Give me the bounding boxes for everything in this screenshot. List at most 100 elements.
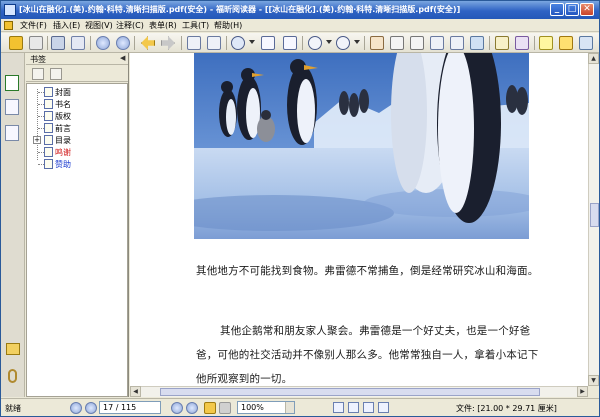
menu-tools[interactable]: 工具(T) [182,20,209,31]
bookmark-icon [44,147,53,157]
vertical-scrollbar[interactable]: ▲ ▼ [588,53,599,386]
prev-page-icon[interactable] [116,36,130,50]
tree-connector [37,89,38,160]
toolbar-separator [90,36,91,50]
zoom-out-dropdown-icon[interactable] [326,40,332,44]
pages-tab-icon[interactable] [5,99,19,115]
toolbar [1,33,599,53]
next-page-nav-icon[interactable] [171,402,183,414]
new-bookmark-icon[interactable] [50,68,62,80]
close-button[interactable]: ✕ [580,3,594,16]
bookmark-tools [26,66,128,82]
document-paragraph: 其他地方不可能找到食物。弗雷德不常捕鱼，倒是经常研究冰山和海面。 [196,265,539,277]
bookmark-panel-header: 书签 ◀ [26,53,128,65]
toolbar-separator [226,36,227,50]
snapshot-icon[interactable] [207,36,221,50]
scroll-right-icon[interactable]: ▶ [577,386,588,397]
sidebar: 书签 ◀ 封面 书名 版权 前言 + 目录 鸣谢 赞助 [1,53,129,397]
document-menu-icon[interactable] [4,21,13,30]
fit-width-icon[interactable] [283,36,297,50]
more-tools-icon[interactable] [579,36,593,50]
zoom-dropdown-icon[interactable] [249,40,255,44]
back-icon[interactable] [141,36,155,50]
save-icon[interactable] [29,36,43,50]
comment-icon[interactable] [559,36,573,50]
collapse-panel-icon[interactable]: ◀ [120,54,125,62]
copy-icon[interactable] [187,36,201,50]
bookmark-label: 前言 [55,124,71,133]
first-page-nav-icon[interactable] [70,402,82,414]
zoom-in-dropdown-icon[interactable] [354,40,360,44]
title-bar: [冰山在融化].(美).约翰·科特.清晰扫描版.pdf(安全) - 福昕阅读器 … [1,1,599,19]
menu-comment[interactable]: 注释(C) [116,20,144,31]
forward-icon[interactable] [161,36,175,50]
first-page-icon[interactable] [96,36,110,50]
print-icon[interactable] [51,36,65,50]
facing-page-icon[interactable] [363,402,374,413]
zoom-icon[interactable] [231,36,245,50]
toolbar-separator [364,36,365,50]
bookmark-label: 版权 [55,112,71,121]
menu-file[interactable]: 文件(F) [20,20,47,31]
page-number-input[interactable]: 17 / 115 [99,401,161,414]
minimize-button[interactable]: _ [550,3,564,16]
email-icon[interactable] [71,36,85,50]
scroll-down-icon[interactable]: ▼ [588,375,599,386]
scroll-left-icon[interactable]: ◀ [130,386,141,397]
back-nav-icon[interactable] [204,402,216,414]
horizontal-scrollbar[interactable]: ◀ ▶ [130,386,588,397]
menu-insert[interactable]: 插入(E) [53,20,80,31]
highlight-icon[interactable] [515,36,529,50]
toolbar-separator [134,36,135,50]
maximize-button[interactable]: □ [565,3,579,16]
text-tool-icon[interactable] [430,36,444,50]
text-select-icon[interactable] [390,36,404,50]
bookmark-icon [44,87,53,97]
single-page-icon[interactable] [333,402,344,413]
fit-page-icon[interactable] [261,36,275,50]
document-size: 文件: [21.00 * 29.71 厘米] [456,404,557,413]
prev-page-nav-icon[interactable] [85,402,97,414]
horizontal-scroll-thumb[interactable] [160,388,540,396]
typewriter-icon[interactable] [450,36,464,50]
attachments-icon[interactable] [6,343,20,355]
toolbar-separator [47,36,48,50]
open-icon[interactable] [9,36,23,50]
sticky-note-icon[interactable] [539,36,553,50]
scroll-up-icon[interactable]: ▲ [588,53,599,64]
bookmark-icon [44,99,53,109]
expand-icon[interactable]: + [33,136,41,144]
bookmark-label: 目录 [55,136,71,145]
last-page-nav-icon[interactable] [186,402,198,414]
zoom-in-icon[interactable] [336,36,350,50]
status-bar: 就绪 17 / 115 100% 文件: [21.00 * 29.71 厘米] [1,398,599,416]
panel-title: 书签 [30,55,46,64]
layers-tab-icon[interactable] [5,125,19,141]
toolbar-separator [534,36,535,50]
delete-bookmark-icon[interactable] [32,68,44,80]
hand-tool-icon[interactable] [370,36,384,50]
toolbar-separator [489,36,490,50]
continuous-facing-icon[interactable] [378,402,389,413]
bookmarks-tab-icon[interactable] [5,75,19,91]
paperclip-icon[interactable] [8,369,17,383]
continuous-page-icon[interactable] [348,402,359,413]
document-view[interactable]: 其他地方不可能找到食物。弗雷德不常捕鱼，倒是经常研究冰山和海面。 其他企鹅常和朋… [130,53,588,386]
annotation-select-icon[interactable] [410,36,424,50]
menu-form[interactable]: 表单(R) [149,20,177,31]
menu-view[interactable]: 视图(V) [85,20,113,31]
forward-nav-icon[interactable] [219,402,231,414]
bookmark-icon [44,135,53,145]
bookmark-label: 赞助 [55,160,71,169]
zoom-out-icon[interactable] [308,36,322,50]
note-icon[interactable] [495,36,509,50]
app-icon [4,4,16,16]
menu-help[interactable]: 帮助(H) [214,20,242,31]
sidebar-bottom-tools [4,343,22,393]
bookmark-icon [44,159,53,169]
zoom-dropdown-icon[interactable] [285,402,294,413]
vertical-scroll-thumb[interactable] [590,203,599,227]
bookmark-icon [44,123,53,133]
image-icon[interactable] [470,36,484,50]
window-title: [冰山在融化].(美).约翰·科特.清晰扫描版.pdf(安全) - 福昕阅读器 … [19,5,461,14]
